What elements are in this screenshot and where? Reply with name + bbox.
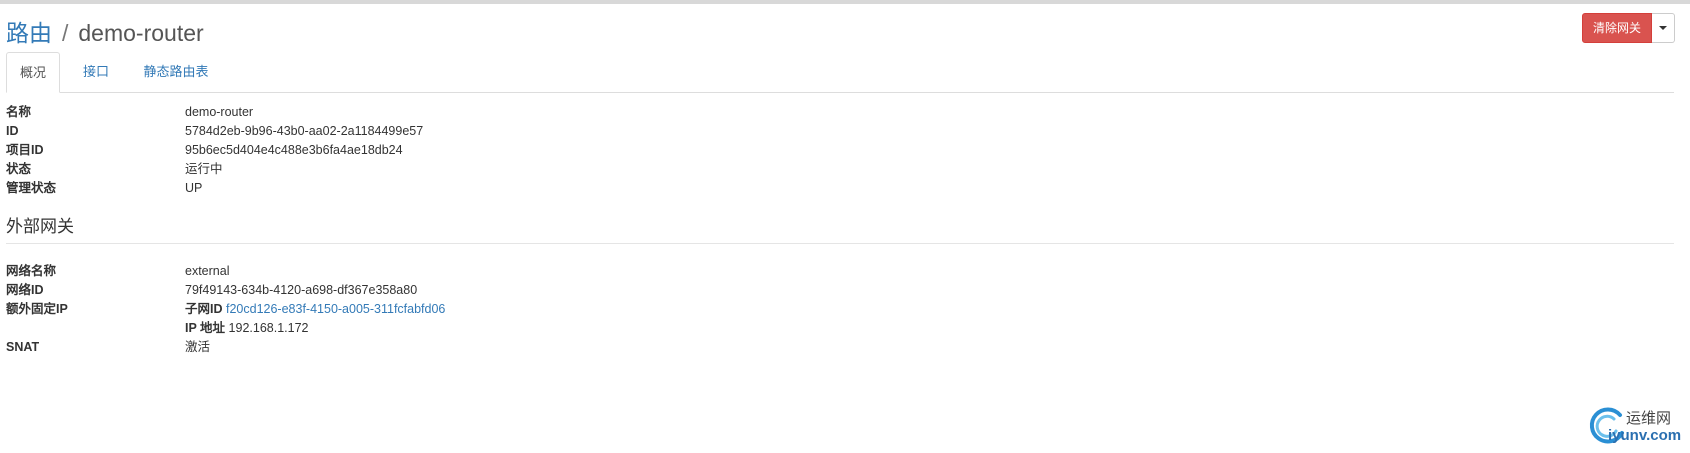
watermark-text-cn: 运维网	[1626, 410, 1672, 427]
subnet-id-label: 子网ID	[185, 302, 223, 316]
field-value: demo-router	[185, 105, 254, 119]
tab-static-routes[interactable]: 静态路由表	[136, 52, 216, 92]
section-divider	[6, 243, 1674, 244]
field-label: ID	[6, 124, 19, 138]
field-value: 运行中	[185, 162, 223, 176]
more-actions-dropdown[interactable]	[1652, 13, 1675, 43]
field-label: 额外固定IP	[6, 302, 68, 316]
field-label: SNAT	[6, 340, 40, 354]
field-value: 激活	[185, 340, 211, 354]
detail-tabs: 概况 接口 静态路由表	[6, 52, 1674, 93]
router-name-title: demo-router	[78, 20, 204, 46]
field-label: 名称	[6, 105, 32, 119]
external-gateway-heading: 外部网关	[6, 217, 74, 236]
field-label: 网络名称	[6, 264, 57, 278]
field-label: 项目ID	[6, 143, 44, 157]
tab-overview[interactable]: 概况	[6, 52, 60, 93]
ip-address-label: IP 地址	[185, 321, 226, 335]
subnet-id-link[interactable]: f20cd126-e83f-4150-a005-311fcfabfd06	[226, 302, 445, 316]
gateway-action-group: 清除网关	[1582, 13, 1675, 43]
fixed-ip-address: IP 地址 192.168.1.172	[185, 319, 309, 337]
watermark-logo: 运维网 iyunv.com	[1586, 405, 1682, 449]
network-id-link[interactable]: 79f49143-634b-4120-a698-df367e358a80	[185, 281, 417, 299]
page-title: 路由 / demo-router	[6, 14, 204, 48]
field-label: 状态	[6, 162, 32, 176]
field-value: 5784d2eb-9b96-43b0-aa02-2a1184499e57	[185, 124, 424, 138]
chevron-down-icon	[1659, 26, 1667, 30]
tab-interfaces[interactable]: 接口	[76, 52, 116, 92]
breadcrumb-separator: /	[62, 20, 69, 46]
top-border	[0, 0, 1690, 4]
field-value: 95b6ec5d404e4c488e3b6fa4ae18db24	[185, 143, 403, 157]
field-value: external	[185, 264, 230, 278]
watermark-text-en: iyunv.com	[1608, 427, 1682, 444]
ip-address-value: 192.168.1.172	[228, 321, 309, 335]
field-value: UP	[185, 181, 203, 195]
clear-gateway-button[interactable]: 清除网关	[1582, 13, 1652, 43]
field-label: 网络ID	[6, 283, 44, 297]
fixed-ip-subnet: 子网ID f20cd126-e83f-4150-a005-311fcfabfd0…	[185, 300, 445, 318]
field-label: 管理状态	[6, 181, 57, 195]
breadcrumb-routers-link[interactable]: 路由	[6, 20, 52, 46]
